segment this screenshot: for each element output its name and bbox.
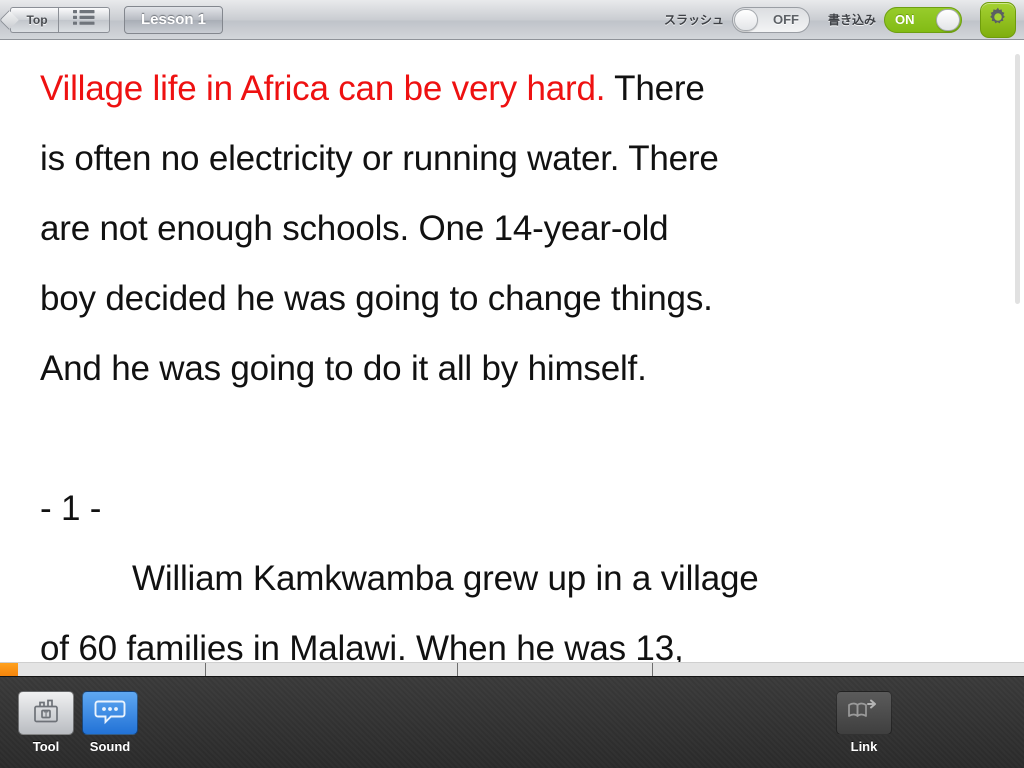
text-line: boy decided he was going to change thing… (40, 279, 713, 318)
writing-toggle-label: 書き込み (827, 13, 876, 27)
text-line: are not enough schools. One 14-year-old (40, 209, 669, 248)
settings-button[interactable] (980, 1, 1016, 38)
page-progress-bar[interactable] (0, 662, 1024, 677)
vertical-scrollbar[interactable] (1015, 54, 1020, 304)
top-bar: Top Lesson 1 スラッシュ OFF 書き込み ON (0, 0, 1024, 40)
text-line: Village life in Africa can be very hard.… (40, 54, 984, 124)
lesson-title-button[interactable]: Lesson 1 (124, 5, 224, 34)
page-marker: - 1 - (40, 489, 102, 528)
sound-button-surface (82, 691, 138, 735)
book-link-icon (847, 699, 881, 728)
tool-button[interactable]: T Tool (18, 691, 74, 754)
text-line: William Kamkwamba grew up in a village (40, 544, 984, 614)
nav-segment-group: Top (10, 6, 110, 33)
text-line: of 60 families in Malawi. When he was 13… (40, 629, 684, 662)
slash-toggle-label: スラッシュ (663, 13, 724, 27)
text-line-rest: William Kamkwamba grew up in a village (132, 559, 759, 598)
writing-toggle[interactable]: ON (884, 6, 962, 33)
progress-divider (205, 663, 206, 677)
app-root: Top Lesson 1 スラッシュ OFF 書き込み ON Village l… (0, 0, 1024, 768)
progress-divider (652, 663, 653, 677)
progress-divider (457, 663, 458, 677)
link-button-surface (836, 691, 892, 735)
text-line: And he was going to do it all by himself… (40, 349, 647, 388)
list-icon (73, 9, 95, 30)
slash-toggle-state: OFF (772, 12, 799, 27)
speech-bubble-icon (94, 697, 126, 730)
bottom-toolbar: T Tool Sound Nat (0, 676, 1024, 768)
link-button[interactable]: Link (836, 691, 892, 754)
sound-button[interactable]: Sound (82, 691, 138, 754)
highlighted-sentence: Village life in Africa can be very hard. (40, 69, 606, 108)
sound-button-label: Sound (89, 739, 131, 754)
text-line-rest: There (605, 69, 705, 108)
reader-page[interactable]: Village life in Africa can be very hard.… (0, 40, 1024, 662)
progress-fill (0, 663, 18, 677)
back-to-top-button[interactable]: Top (10, 6, 58, 33)
tool-button-surface: T (18, 691, 74, 735)
gear-icon (987, 6, 1009, 33)
table-of-contents-button[interactable] (58, 6, 110, 33)
toolbox-icon: T (31, 698, 61, 729)
back-to-top-label: Top (26, 12, 48, 27)
link-button-label: Link (850, 739, 878, 754)
slash-toggle[interactable]: OFF (731, 6, 810, 33)
writing-toggle-knob (936, 8, 960, 31)
top-bar-right-group: スラッシュ OFF 書き込み ON (663, 1, 1024, 38)
svg-text:T: T (44, 709, 49, 718)
lesson-text-body: Village life in Africa can be very hard.… (0, 40, 1024, 662)
text-line: is often no electricity or running water… (40, 139, 719, 178)
slash-toggle-knob (733, 8, 758, 31)
tool-button-label: Tool (32, 739, 60, 754)
writing-toggle-state: ON (895, 12, 915, 27)
lesson-title-label: Lesson 1 (141, 11, 207, 28)
